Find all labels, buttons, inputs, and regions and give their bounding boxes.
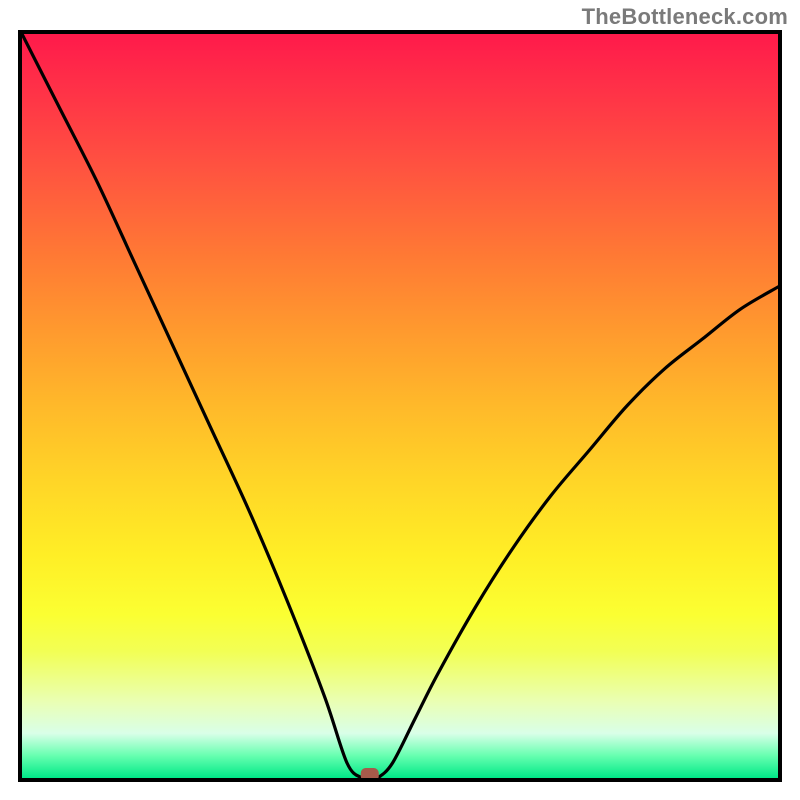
watermark-text: TheBottleneck.com — [582, 4, 788, 30]
optimum-marker — [361, 768, 379, 778]
plot-area — [18, 30, 782, 782]
bottleneck-curve-path — [22, 34, 778, 778]
curve-layer — [22, 34, 778, 778]
chart-container: TheBottleneck.com — [0, 0, 800, 800]
